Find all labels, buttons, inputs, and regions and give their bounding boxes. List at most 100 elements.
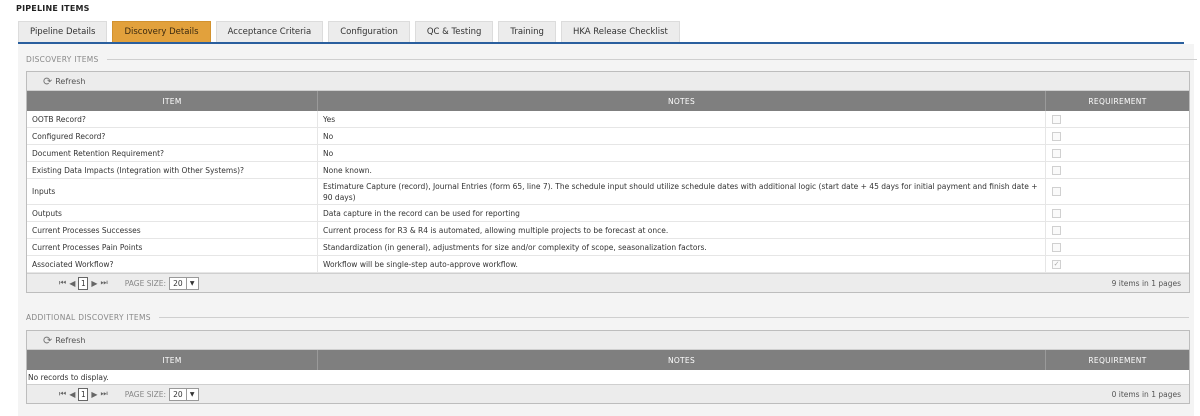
table-row[interactable]: OOTB Record? Yes — [27, 111, 1189, 128]
requirement-cell — [1046, 239, 1189, 255]
prev-page-icon[interactable]: ◀ — [69, 279, 75, 288]
requirement-cell — [1046, 128, 1189, 144]
refresh-icon: ⟳ — [43, 74, 53, 88]
notes-cell: Workflow will be single-step auto-approv… — [318, 256, 1046, 272]
page-size-select[interactable]: 20 ▼ — [169, 276, 199, 290]
section-divider — [106, 59, 1197, 60]
first-page-icon[interactable]: ⏮ — [59, 278, 66, 288]
item-cell: Document Retention Requirement? — [27, 145, 318, 161]
column-header-requirement[interactable]: REQUIREMENT — [1046, 91, 1189, 111]
page-size-label: PAGE SIZE: — [124, 389, 167, 399]
item-cell: Current Processes Pain Points — [27, 239, 318, 255]
requirement-checkbox[interactable] — [1052, 131, 1061, 141]
last-page-icon[interactable]: ⏭ — [101, 278, 108, 288]
discovery-section-title: DISCOVERY ITEMS — [26, 55, 99, 64]
requirement-checkbox[interactable] — [1052, 148, 1061, 158]
requirement-cell — [1046, 222, 1189, 238]
requirement-cell — [1046, 111, 1189, 127]
additional-toolbar: ⟳ Refresh — [27, 331, 1189, 350]
discovery-refresh-button[interactable]: ⟳ Refresh — [43, 76, 85, 87]
next-page-icon[interactable]: ▶ — [91, 279, 97, 288]
additional-pager: ⏮ ◀ 1 ▶ ⏭ PAGE SIZE: 20 ▼ 0 items in 1 p… — [27, 384, 1189, 403]
tab-bar: Pipeline Details Discovery Details Accep… — [18, 21, 680, 42]
requirement-cell — [1046, 179, 1189, 204]
column-header-requirement[interactable]: REQUIREMENT — [1046, 350, 1189, 370]
requirement-checkbox[interactable] — [1052, 208, 1061, 218]
table-row[interactable]: Outputs Data capture in the record can be… — [27, 205, 1189, 222]
last-page-icon[interactable]: ⏭ — [101, 389, 108, 399]
current-page[interactable]: 1 — [78, 387, 89, 401]
section-divider — [158, 317, 1189, 318]
table-row[interactable]: Current Processes Pain Points Standardiza… — [27, 239, 1189, 256]
refresh-icon: ⟳ — [43, 333, 53, 347]
discovery-rows: OOTB Record? Yes Configured Record? No Docum… — [27, 111, 1189, 273]
chevron-down-icon: ▼ — [185, 388, 198, 400]
tab-training[interactable]: Training — [498, 21, 556, 42]
prev-page-icon[interactable]: ◀ — [69, 390, 75, 399]
notes-cell: No — [318, 145, 1046, 161]
notes-cell: Estimature Capture (record), Journal Ent… — [318, 179, 1046, 204]
notes-cell: None known. — [318, 162, 1046, 178]
item-cell: Existing Data Impacts (Integration with … — [27, 162, 318, 178]
item-cell: Associated Workflow? — [27, 256, 318, 272]
discovery-section-label: DISCOVERY ITEMS — [26, 55, 1197, 64]
table-row[interactable]: Associated Workflow? Workflow will be sin… — [27, 256, 1189, 273]
item-cell: Outputs — [27, 205, 318, 221]
notes-cell: Current process for R3 & R4 is automated… — [318, 222, 1046, 238]
tab-qc-testing[interactable]: QC & Testing — [414, 21, 494, 42]
requirement-cell: ✓ — [1046, 256, 1189, 272]
additional-section-label: ADDITIONAL DISCOVERY ITEMS — [26, 313, 1189, 322]
page-size-value: 20 — [173, 278, 183, 288]
page-size-select[interactable]: 20 ▼ — [169, 387, 199, 401]
notes-cell: Yes — [318, 111, 1046, 127]
first-page-icon[interactable]: ⏮ — [59, 389, 66, 399]
tab-acceptance-criteria[interactable]: Acceptance Criteria — [215, 21, 324, 42]
page-size-label: PAGE SIZE: — [124, 278, 167, 288]
item-cell: Configured Record? — [27, 128, 318, 144]
requirement-cell — [1046, 162, 1189, 178]
column-header-item[interactable]: ITEM — [27, 350, 318, 370]
next-page-icon[interactable]: ▶ — [91, 390, 97, 399]
tab-pipeline-details[interactable]: Pipeline Details — [18, 21, 108, 42]
column-header-item[interactable]: ITEM — [27, 91, 318, 111]
requirement-checkbox[interactable] — [1052, 225, 1061, 235]
discovery-toolbar: ⟳ Refresh — [27, 72, 1189, 91]
additional-refresh-button[interactable]: ⟳ Refresh — [43, 335, 85, 346]
refresh-label: Refresh — [55, 335, 86, 345]
requirement-checkbox[interactable] — [1052, 165, 1061, 175]
requirement-checkbox[interactable]: ✓ — [1052, 259, 1061, 269]
notes-cell: No — [318, 128, 1046, 144]
pager-info: 0 items in 1 pages — [1111, 389, 1181, 399]
table-row[interactable]: Current Processes Successes Current proce… — [27, 222, 1189, 239]
discovery-pager: ⏮ ◀ 1 ▶ ⏭ PAGE SIZE: 20 ▼ 9 items in 1 p… — [27, 273, 1189, 292]
additional-section-title: ADDITIONAL DISCOVERY ITEMS — [26, 313, 151, 322]
discovery-header-row: ITEM NOTES REQUIREMENT — [27, 91, 1189, 111]
pager-info: 9 items in 1 pages — [1111, 278, 1181, 288]
requirement-checkbox[interactable] — [1052, 242, 1061, 252]
column-header-notes[interactable]: NOTES — [318, 91, 1046, 111]
item-cell: Current Processes Successes — [27, 222, 318, 238]
notes-cell: Data capture in the record can be used f… — [318, 205, 1046, 221]
requirement-checkbox[interactable] — [1052, 187, 1061, 196]
column-header-notes[interactable]: NOTES — [318, 350, 1046, 370]
table-row[interactable]: Inputs Estimature Capture (record), Journ… — [27, 179, 1189, 205]
refresh-label: Refresh — [55, 76, 86, 86]
tab-hka-release-checklist[interactable]: HKA Release Checklist — [560, 21, 680, 42]
table-row[interactable]: Document Retention Requirement? No — [27, 145, 1189, 162]
current-page[interactable]: 1 — [78, 276, 89, 290]
additional-grid: ⟳ Refresh ITEM NOTES REQUIREMENT No reco… — [26, 330, 1190, 404]
tab-configuration[interactable]: Configuration — [328, 21, 410, 42]
tab-discovery-details[interactable]: Discovery Details — [112, 21, 211, 42]
page-size-value: 20 — [173, 389, 183, 399]
table-row[interactable]: Existing Data Impacts (Integration with … — [27, 162, 1189, 179]
item-cell: Inputs — [27, 179, 318, 204]
additional-header-row: ITEM NOTES REQUIREMENT — [27, 350, 1189, 370]
notes-cell: Standardization (in general), adjustment… — [318, 239, 1046, 255]
page-title: PIPELINE ITEMS — [16, 4, 90, 13]
requirement-cell — [1046, 145, 1189, 161]
item-cell: OOTB Record? — [27, 111, 318, 127]
discovery-grid: ⟳ Refresh ITEM NOTES REQUIREMENT OOTB Re… — [26, 71, 1190, 293]
empty-message: No records to display. — [28, 372, 109, 382]
table-row[interactable]: Configured Record? No — [27, 128, 1189, 145]
requirement-checkbox[interactable] — [1052, 114, 1061, 124]
